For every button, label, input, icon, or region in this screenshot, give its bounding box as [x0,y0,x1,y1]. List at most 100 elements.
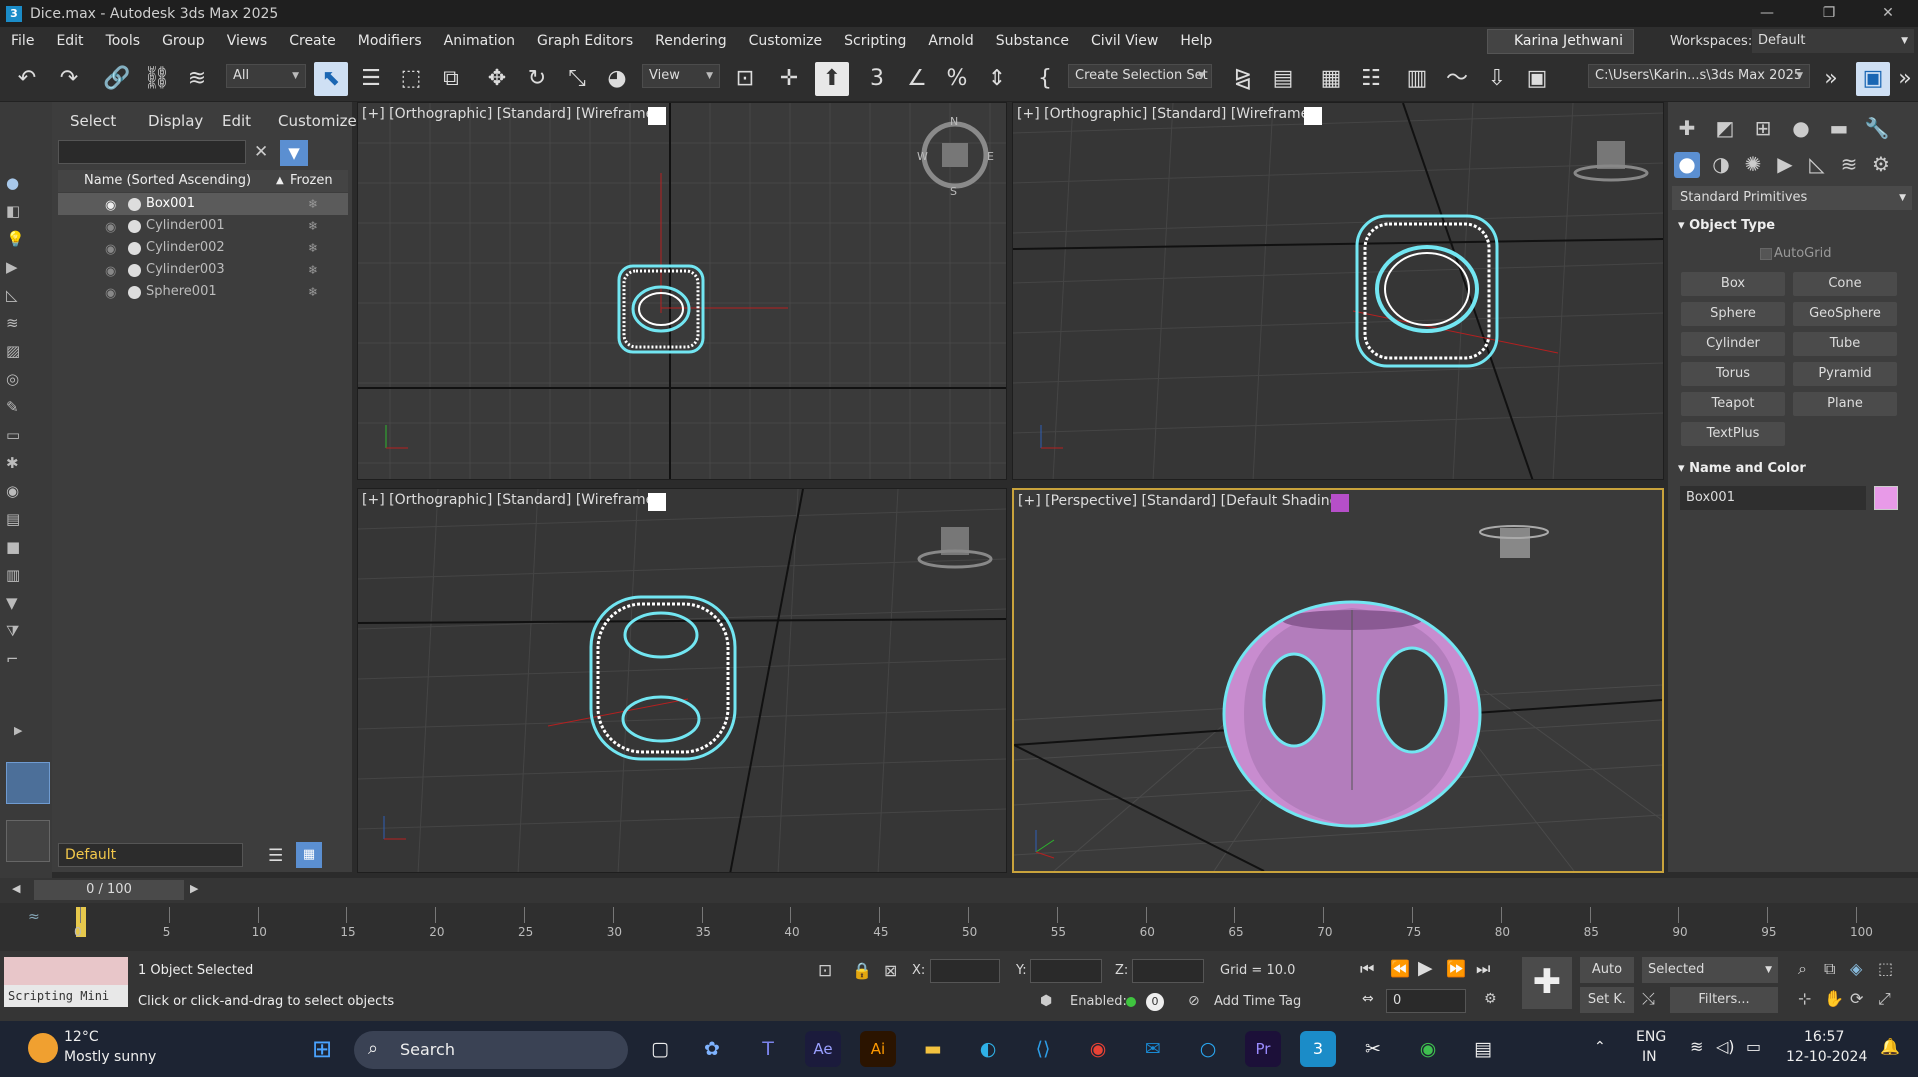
scene-row-cylinder003[interactable]: ◉ Cylinder003 ❄ [58,259,348,281]
isolate-icon[interactable]: ⊡ [818,961,832,981]
freeze-icon[interactable]: ❄ [308,215,318,237]
link-icon[interactable]: 🔗 [100,62,134,96]
zoom-extents-icon[interactable]: ◈ [1850,959,1862,978]
menu-substance[interactable]: Substance [985,27,1080,56]
cortana-icon[interactable]: ○ [1190,1031,1226,1067]
menu-scripting[interactable]: Scripting [833,27,917,56]
object-type-rollout[interactable]: ▾ Object Type [1678,218,1775,233]
vscode-icon[interactable]: ⟨⟩ [1025,1031,1061,1067]
viewport-front-label[interactable]: [+] [Orthographic] [Standard] [Wireframe… [1017,106,1315,122]
selection-filter-dropdown[interactable]: All [226,64,306,88]
set-key-button[interactable]: Set K. [1580,987,1634,1013]
helpers-icon[interactable]: ◺ [1804,152,1830,178]
explorer-select-menu[interactable]: Select [70,112,116,130]
clock-date[interactable]: 12-10-2024 [1786,1049,1867,1065]
square-tool-icon[interactable]: ■ [6,538,26,558]
viewport-top-label[interactable]: [+] [Orthographic] [Standard] [Wireframe… [362,106,660,122]
xref-tool-icon[interactable]: ✱ [6,454,26,474]
select-manipulate-icon[interactable]: ✛ [772,62,806,96]
snipping-tool-icon[interactable]: ✂ [1355,1031,1391,1067]
notification-bell-icon[interactable]: 🔔 [1880,1037,1900,1056]
lock-icon[interactable]: 🔒 [852,961,872,980]
place-icon[interactable]: ◕ [600,62,634,96]
clear-search-icon[interactable]: ✕ [254,142,268,162]
pivot-center-icon[interactable]: ⊡ [728,62,762,96]
current-frame-input[interactable]: 0 [1386,989,1466,1013]
layer-dropdown[interactable]: Default [58,843,243,867]
rotate-icon[interactable]: ↻ [520,62,554,96]
menu-help[interactable]: Help [1169,27,1223,56]
scene-row-cylinder002[interactable]: ◉ Cylinder002 ❄ [58,237,348,259]
redo-icon[interactable]: ↷ [52,62,86,96]
maxscript-listener-box[interactable] [4,957,128,985]
key-filter-dropdown[interactable]: Selected ▼ [1642,957,1778,983]
pan-icon[interactable]: ✋ [1824,989,1844,1008]
toggle-scene-explorer-icon[interactable]: ▦ [1314,62,1348,96]
weather-icon[interactable] [28,1033,58,1063]
auto-key-button[interactable]: Auto [1580,957,1634,983]
user-account-dropdown[interactable]: Karina Jethwani ▾ [1487,29,1634,72]
chrome-profile-icon[interactable]: ◉ [1410,1031,1446,1067]
z-coord-input[interactable] [1132,959,1204,983]
scripting-mini-input[interactable]: Scripting Mini [4,985,128,1007]
menu-civil-view[interactable]: Civil View [1080,27,1169,56]
adaptive-degradation-icon[interactable]: ⬢ [1040,993,1052,1009]
goto-end-icon[interactable]: ⏭ [1476,959,1490,979]
name-color-rollout[interactable]: ▾ Name and Color [1678,461,1806,476]
explorer-search-input[interactable] [58,140,246,164]
page-tool-icon[interactable]: ▤ [6,510,26,530]
visibility-eye-icon[interactable]: ◉ [105,217,116,239]
geometry-icon[interactable]: ● [1674,152,1700,178]
toggle-layer-explorer-icon[interactable]: ☷ [1354,62,1388,96]
teams-icon[interactable]: T [750,1031,786,1067]
prev-key-icon[interactable]: ⏪ [1390,959,1410,978]
visibility-eye-icon[interactable]: ◉ [105,283,116,305]
teapot-button[interactable]: Teapot [1681,392,1785,416]
select-object-icon[interactable]: ⬉ [314,62,348,96]
illustrator-icon[interactable]: Ai [860,1031,896,1067]
viewport-left-label[interactable]: [+] [Orthographic] [Standard] [Wireframe… [362,492,660,508]
ribbon-icon[interactable]: ▥ [1400,62,1434,96]
goto-start-icon[interactable]: ⏮ [1360,959,1374,979]
overflow-icon[interactable]: » [1814,62,1848,96]
zoom-extents-all-icon[interactable]: ⬚ [1878,959,1893,978]
col-frozen-header[interactable]: Frozen [290,170,333,192]
percent-snap-icon[interactable]: % [940,62,974,96]
cameras-icon[interactable]: ▶ [1772,152,1798,178]
scene-row-box001[interactable]: ◉ Box001 ❄ [58,193,348,215]
filter-star-icon[interactable]: ⧩ [6,622,26,642]
helper-tool-icon[interactable]: ◺ [6,286,26,306]
select-by-name-icon[interactable]: ☰ [354,62,388,96]
scene-row-cylinder001[interactable]: ◉ Cylinder001 ❄ [58,215,348,237]
geometry-tool-icon[interactable]: ◧ [6,202,26,222]
viewport-front[interactable]: [+] [Orthographic] [Standard] [Wireframe… [1012,102,1664,480]
task-view-icon[interactable]: ▢ [642,1031,678,1067]
filter-icon[interactable]: ▼ [280,140,308,166]
maximize-button[interactable]: ❐ [1806,0,1852,27]
freeze-icon[interactable]: ❄ [308,193,318,215]
visibility-eye-icon[interactable]: ◉ [105,261,116,283]
project-path-dropdown[interactable]: C:\Users\Karin...s\3ds Max 2025 [1588,64,1810,88]
enabled-toggle-icon[interactable]: 0 [1146,993,1164,1011]
box-button[interactable]: Box [1681,272,1785,296]
close-button[interactable]: ✕ [1865,0,1911,27]
add-time-tag-button[interactable]: Add Time Tag [1214,994,1301,1009]
y-coord-input[interactable] [1030,959,1102,983]
window-crossing-icon[interactable]: ⧉ [434,62,468,96]
curve-editor-icon[interactable]: 〜 [1440,62,1474,96]
unlink-icon[interactable]: ⛓ [140,62,174,96]
wifi-icon[interactable]: ≋ [1690,1037,1703,1056]
viewport-perspective[interactable]: [+] [Perspective] [Standard] [Default Sh… [1012,488,1664,873]
notepad-icon[interactable]: ▤ [1465,1031,1501,1067]
cone-button[interactable]: Cone [1793,272,1897,296]
absolute-mode-icon[interactable]: ⊠ [884,961,897,980]
align-icon[interactable]: ▤ [1266,62,1300,96]
freeze-icon[interactable]: ❄ [308,259,318,281]
chrome-icon[interactable]: ◉ [1080,1031,1116,1067]
menu-graph-editors[interactable]: Graph Editors [526,27,644,56]
tray-chevron-icon[interactable]: ⌃ [1594,1039,1606,1055]
freeze-icon[interactable]: ❄ [308,237,318,259]
menu-views[interactable]: Views [216,27,279,56]
workspace-dropdown[interactable]: Default ▼ [1752,29,1914,53]
menu-create[interactable]: Create [278,27,347,56]
